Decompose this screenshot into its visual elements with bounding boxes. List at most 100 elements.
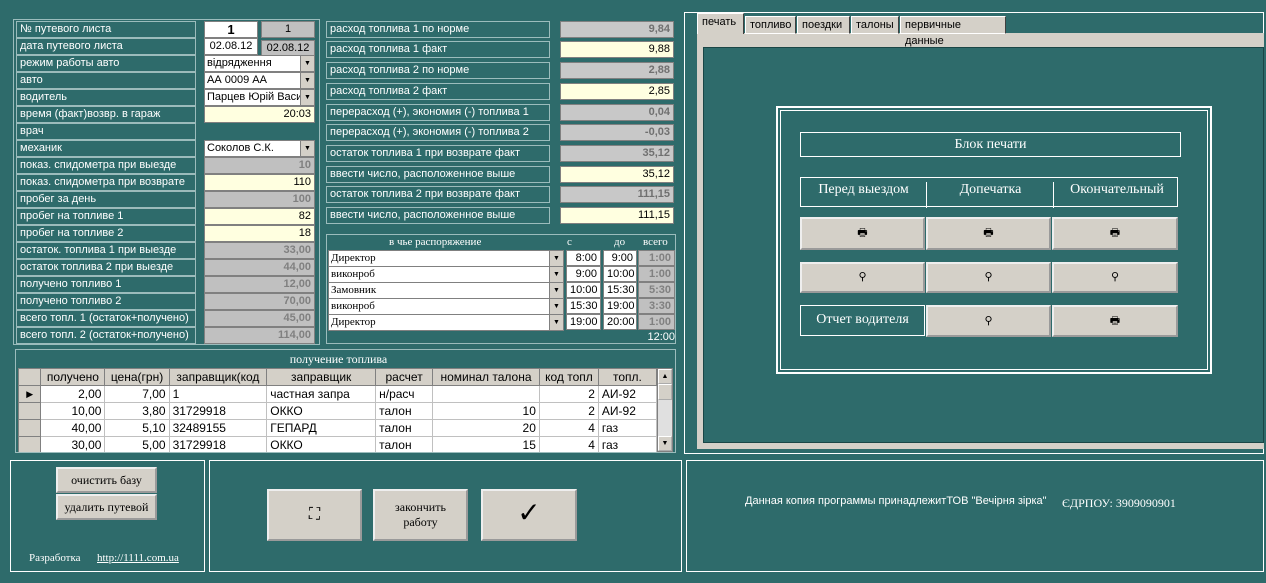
print-extra-button[interactable]: 🖶: [926, 217, 1051, 250]
preview-final-button[interactable]: ⚲: [1052, 262, 1178, 293]
fuel-cell[interactable]: талон: [375, 402, 434, 420]
disposal-who-select[interactable]: Директор ▼: [328, 314, 564, 331]
fuel-cell[interactable]: 31729918: [168, 402, 268, 420]
search-button[interactable]: ⛶: [267, 489, 362, 541]
mileage-fuel2-field[interactable]: 18: [204, 225, 315, 242]
fuel-cell[interactable]: 3,80: [104, 402, 170, 420]
scroll-up-icon[interactable]: ▲: [658, 369, 672, 384]
chevron-down-icon[interactable]: ▼: [549, 267, 563, 282]
fuel-column-header[interactable]: получено: [40, 368, 106, 386]
fuel-cell[interactable]: газ: [597, 419, 657, 437]
trip-date-input[interactable]: 02.08.12: [204, 38, 258, 55]
print-final-button[interactable]: 🖶: [1052, 217, 1178, 250]
driver-report-preview-button[interactable]: ⚲: [926, 305, 1051, 337]
tab-primary-data[interactable]: первичные данные: [900, 16, 1006, 47]
tab-trips[interactable]: поездки: [797, 16, 850, 34]
fuel-cell[interactable]: 40,00: [40, 419, 106, 437]
tab-fuel[interactable]: топливо: [745, 16, 796, 34]
fuel-cell[interactable]: частная запра: [266, 385, 377, 403]
fuel-cell[interactable]: 5,00: [104, 436, 170, 452]
consumption-value[interactable]: 9,88: [560, 41, 674, 58]
fuel-cell[interactable]: 2: [538, 385, 599, 403]
disposal-who-select[interactable]: виконроб ▼: [328, 266, 564, 283]
fuel-cell[interactable]: 4: [538, 419, 599, 437]
row-indicator[interactable]: ▶: [18, 385, 42, 403]
disposal-to-field[interactable]: 20:00: [603, 314, 637, 330]
table-row[interactable]: 10,00 3,80 31729918 ОККО талон 10 2 АИ-92: [18, 402, 657, 420]
fuel-cell[interactable]: талон: [375, 419, 434, 437]
disposal-from-field[interactable]: 8:00: [566, 250, 601, 266]
chevron-down-icon[interactable]: ▼: [300, 73, 314, 88]
disposal-who-select[interactable]: виконроб ▼: [328, 298, 564, 315]
fuel-cell[interactable]: 30,00: [40, 436, 106, 452]
fuel-column-header[interactable]: номинал талона: [432, 368, 540, 386]
fuel-cell[interactable]: 2,00: [40, 385, 106, 403]
fuel-cell[interactable]: 4: [538, 436, 599, 452]
chevron-down-icon[interactable]: ▼: [300, 90, 314, 105]
chevron-down-icon[interactable]: ▼: [549, 283, 563, 298]
fuel-cell[interactable]: 7,00: [104, 385, 170, 403]
fuel-cell[interactable]: АИ-92: [597, 385, 657, 403]
fuel-column-header[interactable]: расчет: [375, 368, 434, 386]
chevron-down-icon[interactable]: ▼: [300, 141, 314, 156]
chevron-down-icon[interactable]: ▼: [549, 315, 563, 330]
preview-before-button[interactable]: ⚲: [800, 262, 925, 293]
consumption-value[interactable]: 35,12: [560, 166, 674, 183]
confirm-button[interactable]: ✓: [481, 489, 577, 541]
fuel-cell[interactable]: 1: [168, 385, 268, 403]
fuel-cell[interactable]: 32489155: [168, 419, 268, 437]
doctor-field[interactable]: [204, 123, 315, 140]
scroll-down-icon[interactable]: ▼: [658, 436, 672, 451]
finish-work-button[interactable]: закончить работу: [373, 489, 468, 541]
consumption-value[interactable]: 2,85: [560, 83, 674, 100]
disposal-who-select[interactable]: Директор ▼: [328, 250, 564, 267]
consumption-value[interactable]: 111,15: [560, 207, 674, 224]
return-time-field[interactable]: 20:03: [204, 106, 315, 123]
fuel-cell[interactable]: 10: [432, 402, 540, 420]
fuel-cell[interactable]: талон: [375, 436, 434, 452]
disposal-from-field[interactable]: 10:00: [566, 282, 601, 298]
chevron-down-icon[interactable]: ▼: [549, 251, 563, 266]
fuel-cell[interactable]: н/расч: [375, 385, 434, 403]
fuel-cell[interactable]: ОККО: [266, 436, 377, 452]
fuel-cell[interactable]: 10,00: [40, 402, 106, 420]
disposal-from-field[interactable]: 9:00: [566, 266, 601, 282]
row-indicator[interactable]: [18, 402, 42, 420]
delete-trip-button[interactable]: удалить путевой: [56, 494, 157, 520]
row-indicator[interactable]: [18, 436, 42, 452]
fuel-column-header[interactable]: заправщик(код: [168, 368, 268, 386]
preview-extra-button[interactable]: ⚲: [926, 262, 1051, 293]
fuel-column-header[interactable]: код топл: [538, 368, 599, 386]
disposal-who-select[interactable]: Замовник ▼: [328, 282, 564, 299]
tab-print[interactable]: печать: [697, 13, 744, 34]
print-before-button[interactable]: 🖶: [800, 217, 925, 250]
disposal-from-field[interactable]: 15:30: [566, 298, 601, 314]
fuel-cell[interactable]: [432, 385, 540, 403]
mode-select[interactable]: відрядження ▼: [204, 55, 315, 72]
fuel-cell[interactable]: газ: [597, 436, 657, 452]
disposal-to-field[interactable]: 19:00: [603, 298, 637, 314]
mechanic-select[interactable]: Соколов С.К. ▼: [204, 140, 315, 157]
disposal-to-field[interactable]: 10:00: [603, 266, 637, 282]
table-row[interactable]: ▶ 2,00 7,00 1 частная запра н/расч 2 АИ-92: [18, 385, 657, 403]
disposal-from-field[interactable]: 19:00: [566, 314, 601, 330]
mileage-fuel1-field[interactable]: 82: [204, 208, 315, 225]
chevron-down-icon[interactable]: ▼: [300, 56, 314, 71]
fuel-cell[interactable]: 20: [432, 419, 540, 437]
fuel-cell[interactable]: АИ-92: [597, 402, 657, 420]
fuel-cell[interactable]: ОККО: [266, 402, 377, 420]
driver-report-print-button[interactable]: 🖶: [1052, 305, 1178, 337]
disposal-to-field[interactable]: 15:30: [603, 282, 637, 298]
tab-coupons[interactable]: талоны: [851, 16, 899, 34]
fuel-column-header[interactable]: заправщик: [266, 368, 377, 386]
fuel-column-header[interactable]: цена(грн): [104, 368, 170, 386]
fuel-cell[interactable]: 15: [432, 436, 540, 452]
fuel-cell[interactable]: ГЕПАРД: [266, 419, 377, 437]
fuel-column-header[interactable]: топл.: [597, 368, 657, 386]
table-row[interactable]: 40,00 5,10 32489155 ГЕПАРД талон 20 4 газ: [18, 419, 657, 437]
dev-link[interactable]: http://1111.com.ua: [97, 552, 179, 564]
auto-select[interactable]: АА 0009 АА ▼: [204, 72, 315, 89]
fuel-cell[interactable]: 5,10: [104, 419, 170, 437]
disposal-to-field[interactable]: 9:00: [603, 250, 637, 266]
table-row[interactable]: 30,00 5,00 31729918 ОККО талон 15 4 газ: [18, 436, 657, 452]
